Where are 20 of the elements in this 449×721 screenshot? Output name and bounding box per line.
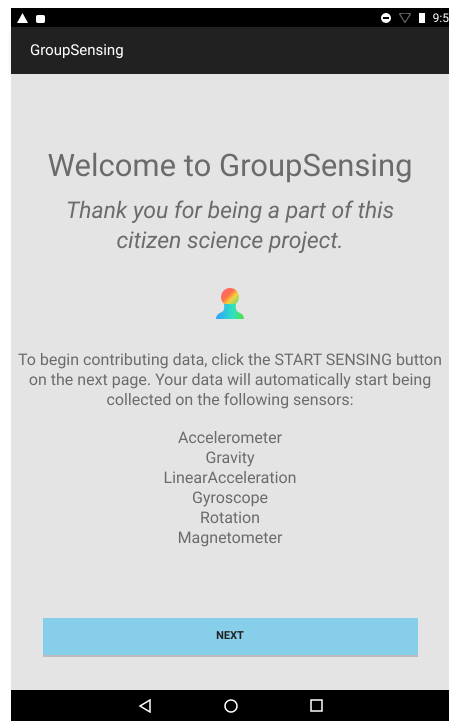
wifi-icon — [398, 12, 411, 22]
warning-icon — [17, 12, 28, 22]
next-button[interactable]: NEXT — [42, 618, 418, 655]
thank-you-text: Thank you for being a part of this citizen science project. — [64, 196, 396, 256]
user-icon — [213, 286, 247, 320]
sensor-name: Magnetometer — [178, 528, 282, 548]
home-icon[interactable] — [224, 698, 238, 712]
instructions-text: To begin contributing data, click the START SENSING button on the next page. Your data will automatically start being collected on the following sensors: — [17, 350, 443, 410]
status-time: 9:5 — [432, 12, 449, 24]
sensor-name: Gravity — [205, 448, 255, 468]
do-not-disturb-icon — [380, 12, 391, 22]
back-icon[interactable] — [138, 698, 152, 712]
sensor-name: Rotation — [200, 508, 260, 528]
sensor-name: Accelerometer — [178, 428, 282, 448]
welcome-heading: Welcome to GroupSensing — [48, 147, 412, 186]
sensor-name: LinearAcceleration — [164, 468, 296, 488]
battery-icon — [418, 12, 425, 23]
recents-icon[interactable] — [310, 699, 322, 712]
sensor-name: Gyroscope — [192, 488, 268, 508]
app-title: GroupSensing — [30, 40, 124, 62]
